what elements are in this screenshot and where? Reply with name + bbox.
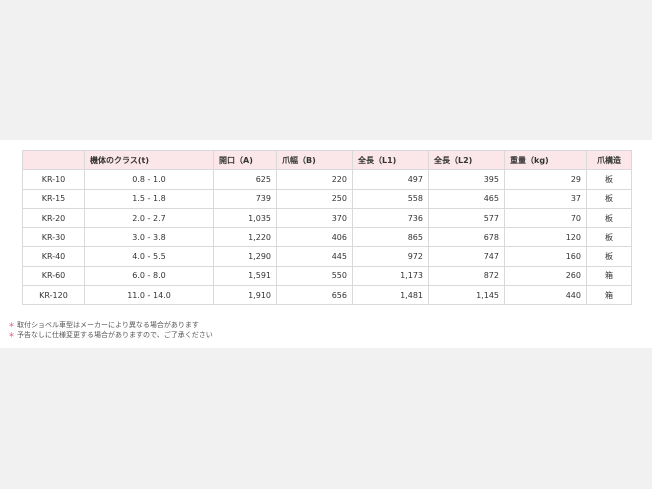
- cell-model: KR-10: [22, 169, 85, 190]
- header-machine-class: 機体のクラス(t): [84, 149, 214, 171]
- cell-length-l2: 872: [428, 265, 505, 287]
- cell-weight: 29: [504, 169, 587, 190]
- cell-length-l2: 465: [428, 188, 505, 209]
- cell-opening: 1,220: [213, 227, 277, 248]
- cell-length-l1: 1,173: [352, 265, 429, 287]
- table-row: KR-60 6.0 - 8.0 1,591 550 1,173 872 260 箱: [22, 265, 632, 287]
- cell-machine-class: 0.8 - 1.0: [84, 169, 214, 190]
- spec-table: 機体のクラス(t) 開口（A) 爪幅（B) 全長（L1) 全長（L2) 重量（k…: [22, 149, 632, 306]
- cell-machine-class: 2.0 - 2.7: [84, 207, 214, 229]
- cell-length-l1: 972: [352, 246, 429, 267]
- table-row: KR-40 4.0 - 5.5 1,290 445 972 747 160 板: [22, 246, 632, 267]
- cell-claw-width: 445: [276, 246, 353, 267]
- table-row: KR-20 2.0 - 2.7 1,035 370 736 577 70 板: [22, 207, 632, 229]
- cell-length-l2: 747: [428, 246, 505, 267]
- cell-model: KR-120: [22, 285, 85, 306]
- cell-claw-structure: 板: [586, 207, 632, 229]
- cell-weight: 160: [504, 246, 587, 267]
- note-item: ＊予告なしに仕様変更する場合がありますので、ご了承ください: [8, 330, 213, 340]
- cell-claw-structure: 板: [586, 246, 632, 267]
- cell-weight: 37: [504, 188, 587, 209]
- note-text: 取付ショベル車型はメーカーにより異なる場合があります: [17, 321, 199, 329]
- cell-claw-width: 406: [276, 227, 353, 248]
- note-mark: ＊: [8, 331, 15, 339]
- cell-length-l1: 558: [352, 188, 429, 209]
- cell-claw-width: 220: [276, 169, 353, 190]
- header-length-l1: 全長（L1): [352, 149, 429, 171]
- cell-length-l2: 678: [428, 227, 505, 248]
- cell-claw-width: 250: [276, 188, 353, 209]
- header-model: [22, 149, 85, 171]
- cell-machine-class: 11.0 - 14.0: [84, 285, 214, 306]
- cell-model: KR-20: [22, 207, 85, 229]
- cell-model: KR-30: [22, 227, 85, 248]
- header-weight: 重量（kg): [504, 149, 587, 171]
- note-mark: ＊: [8, 321, 15, 329]
- cell-claw-width: 656: [276, 285, 353, 306]
- cell-claw-structure: 板: [586, 188, 632, 209]
- cell-machine-class: 4.0 - 5.5: [84, 246, 214, 267]
- table-row: KR-15 1.5 - 1.8 739 250 558 465 37 板: [22, 188, 632, 209]
- table-header-row: 機体のクラス(t) 開口（A) 爪幅（B) 全長（L1) 全長（L2) 重量（k…: [22, 149, 632, 171]
- cell-length-l1: 865: [352, 227, 429, 248]
- cell-claw-structure: 板: [586, 227, 632, 248]
- spec-panel: 機体のクラス(t) 開口（A) 爪幅（B) 全長（L1) 全長（L2) 重量（k…: [0, 140, 652, 348]
- cell-opening: 1,910: [213, 285, 277, 306]
- cell-weight: 260: [504, 265, 587, 287]
- header-opening: 開口（A): [213, 149, 277, 171]
- header-claw-structure: 爪構造: [586, 149, 632, 171]
- cell-weight: 120: [504, 227, 587, 248]
- cell-claw-structure: 板: [586, 169, 632, 190]
- cell-machine-class: 3.0 - 3.8: [84, 227, 214, 248]
- cell-opening: 739: [213, 188, 277, 209]
- cell-length-l2: 577: [428, 207, 505, 229]
- note-text: 予告なしに仕様変更する場合がありますので、ご了承ください: [17, 331, 213, 339]
- table-row: KR-30 3.0 - 3.8 1,220 406 865 678 120 板: [22, 227, 632, 248]
- cell-opening: 625: [213, 169, 277, 190]
- cell-length-l1: 497: [352, 169, 429, 190]
- header-length-l2: 全長（L2): [428, 149, 505, 171]
- cell-machine-class: 1.5 - 1.8: [84, 188, 214, 209]
- cell-claw-width: 550: [276, 265, 353, 287]
- header-claw-width: 爪幅（B): [276, 149, 353, 171]
- notes: ＊取付ショベル車型はメーカーにより異なる場合があります ＊予告なしに仕様変更する…: [8, 320, 213, 340]
- cell-length-l1: 1,481: [352, 285, 429, 306]
- cell-weight: 440: [504, 285, 587, 306]
- cell-opening: 1,591: [213, 265, 277, 287]
- cell-claw-structure: 箱: [586, 285, 632, 306]
- cell-opening: 1,290: [213, 246, 277, 267]
- cell-length-l1: 736: [352, 207, 429, 229]
- cell-claw-structure: 箱: [586, 265, 632, 287]
- cell-model: KR-15: [22, 188, 85, 209]
- cell-opening: 1,035: [213, 207, 277, 229]
- cell-length-l2: 395: [428, 169, 505, 190]
- cell-length-l2: 1,145: [428, 285, 505, 306]
- cell-machine-class: 6.0 - 8.0: [84, 265, 214, 287]
- table-row: KR-120 11.0 - 14.0 1,910 656 1,481 1,145 440 箱: [22, 285, 632, 306]
- cell-claw-width: 370: [276, 207, 353, 229]
- cell-weight: 70: [504, 207, 587, 229]
- cell-model: KR-60: [22, 265, 85, 287]
- table-row: KR-10 0.8 - 1.0 625 220 497 395 29 板: [22, 169, 632, 190]
- note-item: ＊取付ショベル車型はメーカーにより異なる場合があります: [8, 320, 213, 330]
- cell-model: KR-40: [22, 246, 85, 267]
